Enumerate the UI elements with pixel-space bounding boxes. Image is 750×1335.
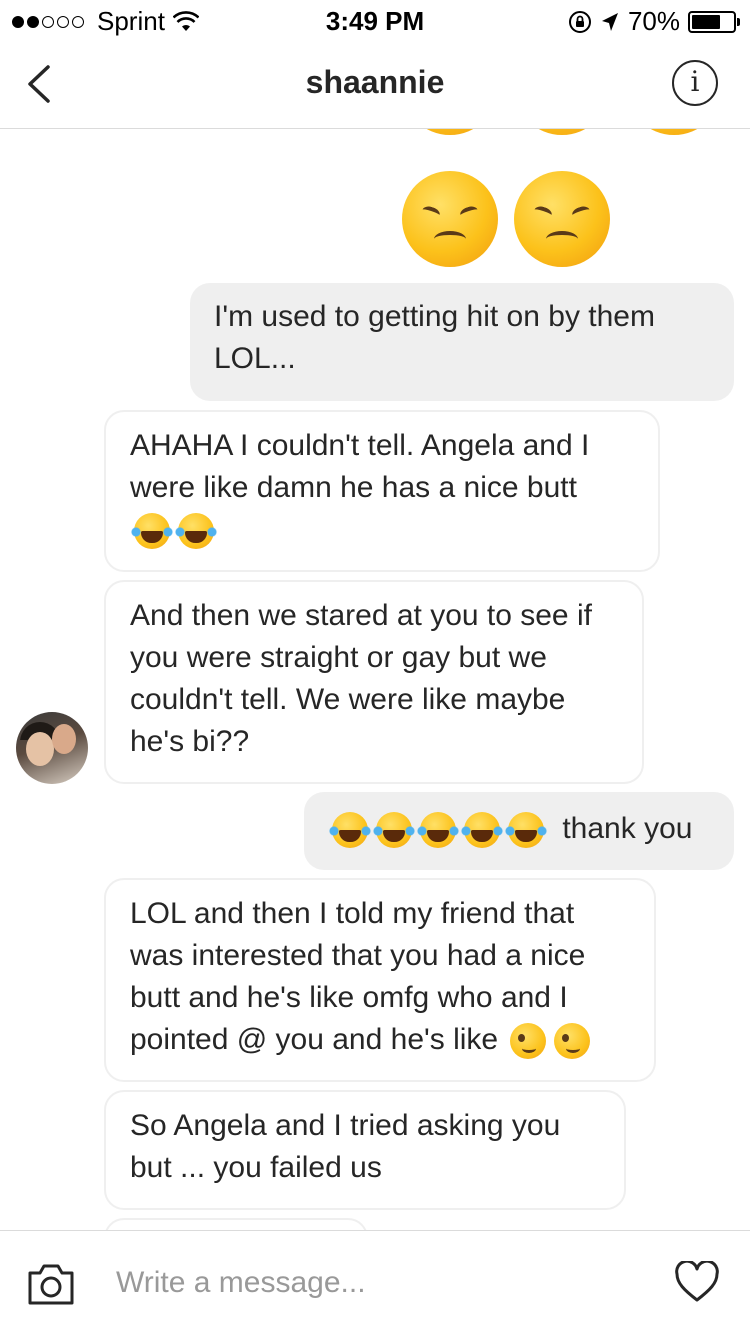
camera-icon[interactable] (26, 1261, 76, 1307)
battery-icon (688, 10, 740, 33)
message-bubble-incoming[interactable]: And then we stared at you to see if you … (104, 580, 644, 784)
message-text: I'm used to getting hit on by them LOL..… (214, 300, 655, 375)
conversation-header: shaannie i (0, 40, 750, 129)
disappointed-face-icon (626, 129, 722, 135)
winking-face-icon (510, 1023, 547, 1060)
face-with-tears-of-joy-icon (417, 812, 459, 849)
message-bubble-incoming[interactable]: LOL and then I told my friend that was i… (104, 878, 656, 1082)
disappointed-face-icon (514, 129, 610, 135)
face-with-tears-of-joy-icon (461, 812, 503, 849)
disappointed-face-icon (514, 171, 610, 267)
message-composer (0, 1230, 750, 1335)
battery-percent: 70% (627, 6, 680, 36)
message-text: AHAHA I couldn't tell. Angela and I were… (130, 429, 590, 504)
face-with-tears-of-joy-icon (505, 812, 547, 849)
status-right: 70% (568, 6, 740, 37)
location-arrow-icon (601, 12, 618, 31)
message-bubble-incoming-partial[interactable] (104, 1218, 368, 1230)
info-icon[interactable]: i (672, 60, 718, 106)
face-with-tears-of-joy-icon (373, 812, 415, 849)
face-with-tears-of-joy-icon (175, 513, 217, 550)
message-bubble-incoming[interactable]: AHAHA I couldn't tell. Angela and I were… (104, 410, 660, 572)
message-text: And then we stared at you to see if you … (130, 599, 592, 758)
message-bubble-outgoing[interactable]: thank you (304, 792, 734, 870)
disappointed-face-icon (402, 129, 498, 135)
face-with-tears-of-joy-icon (329, 812, 371, 849)
message-thread[interactable]: I'm used to getting hit on by them LOL..… (0, 129, 750, 1230)
avatar[interactable] (16, 712, 88, 784)
winking-face-icon (554, 1023, 591, 1060)
message-input[interactable] (116, 1259, 636, 1307)
message-text: So Angela and I tried asking you but ...… (130, 1109, 561, 1184)
rotation-lock-icon (568, 10, 591, 33)
status-bar: Sprint 3:49 PM 70% (0, 0, 750, 40)
face-with-tears-of-joy-icon (131, 513, 173, 550)
page-title[interactable]: shaannie (0, 64, 750, 101)
disappointed-face-icon (402, 171, 498, 267)
message-bubble-incoming[interactable]: So Angela and I tried asking you but ...… (104, 1090, 626, 1210)
message-bubble-outgoing[interactable]: I'm used to getting hit on by them LOL..… (190, 283, 734, 401)
heart-icon[interactable] (674, 1261, 720, 1303)
message-text: thank you (562, 812, 693, 845)
